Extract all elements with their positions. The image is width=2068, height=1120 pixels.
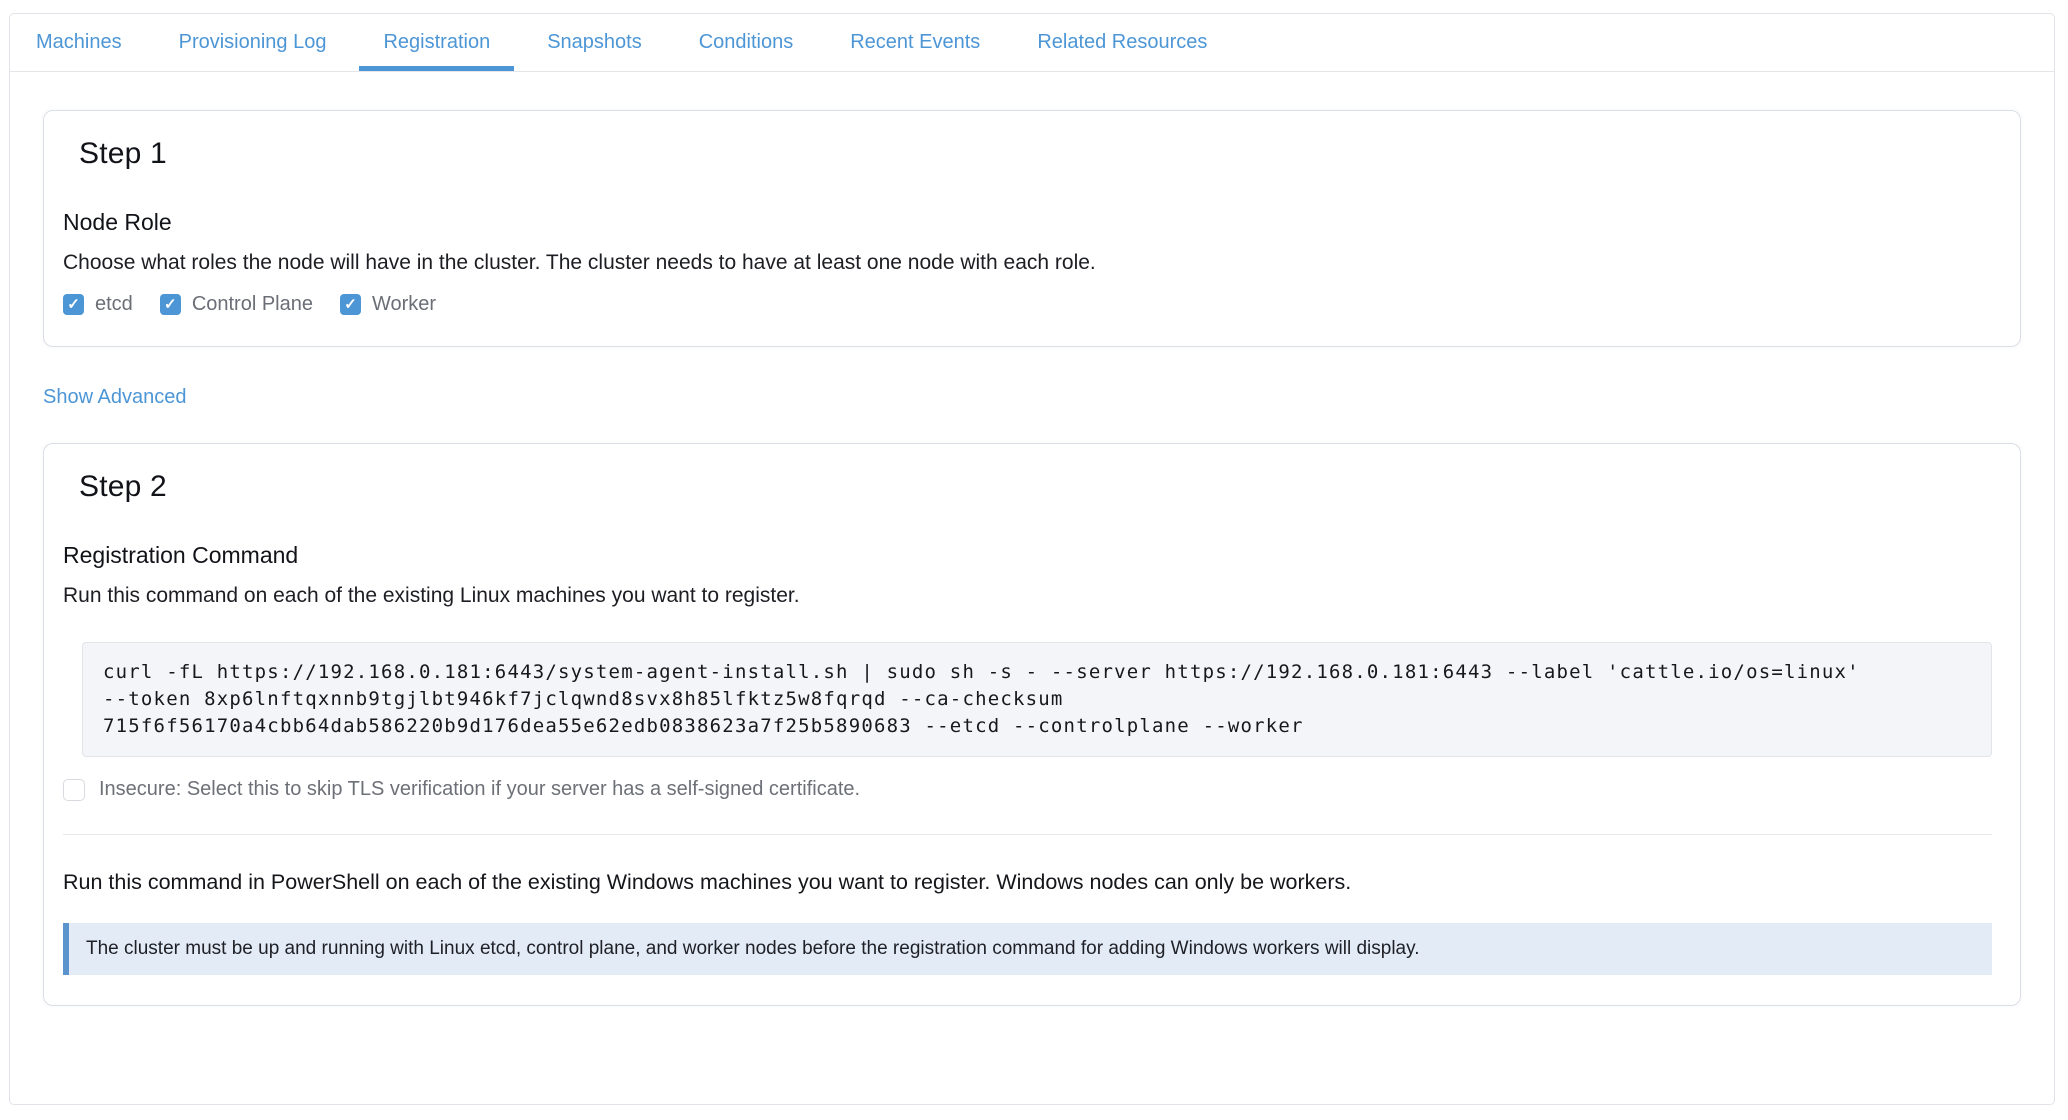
tab-provisioning-log[interactable]: Provisioning Log <box>155 14 351 71</box>
windows-instruction-text: Run this command in PowerShell on each o… <box>63 870 1352 894</box>
node-role-checkboxes: ✓ etcd ✓ Control Plane ✓ Worker <box>63 293 1992 316</box>
checkbox-icon[interactable]: ✓ <box>63 294 84 315</box>
tab-conditions[interactable]: Conditions <box>675 14 818 71</box>
show-advanced-link[interactable]: Show Advanced <box>43 386 186 409</box>
tab-bar: Machines Provisioning Log Registration Snap… <box>10 14 2054 72</box>
checkbox-icon[interactable]: ✓ <box>159 294 181 315</box>
registration-command-heading: Registration Command <box>63 542 299 568</box>
step1-title: Step 1 <box>79 137 167 170</box>
registration-tab-content: Step 1 Node Role Choose what roles the n… <box>10 72 2054 1006</box>
step2-title: Step 2 <box>79 470 167 503</box>
role-option-control-plane[interactable]: ✓ Control Plane <box>159 293 313 316</box>
checkbox-icon[interactable]: ✓ <box>340 294 361 315</box>
section-divider <box>63 834 1992 835</box>
tab-related-resources[interactable]: Related Resources <box>1013 14 1231 71</box>
tab-registration[interactable]: Registration <box>359 14 515 71</box>
role-label: etcd <box>95 293 133 315</box>
command-line: --token 8xp6lnftqxnnb9tgjlbt946kf7jclqwn… <box>103 688 1064 710</box>
node-role-heading: Node Role <box>63 209 172 235</box>
cluster-detail-panel: Machines Provisioning Log Registration Snap… <box>9 13 2055 1105</box>
command-line: curl -fL https://192.168.0.181:6443/syst… <box>103 661 1860 683</box>
role-label: Control Plane <box>191 293 313 315</box>
role-option-worker[interactable]: ✓ Worker <box>340 293 436 316</box>
step1-card: Step 1 Node Role Choose what roles the n… <box>43 110 2021 347</box>
registration-command-code: curl -fL https://192.168.0.181:6443/syst… <box>82 642 1992 757</box>
insecure-label: Insecure: Select this to skip TLS verifi… <box>99 778 861 800</box>
insecure-checkbox[interactable] <box>63 778 85 801</box>
command-line: 715f6f56170a4cbb64dab586220b9d176dea55e6… <box>103 715 1304 737</box>
tab-snapshots[interactable]: Snapshots <box>523 14 666 71</box>
role-option-etcd[interactable]: ✓ etcd <box>63 293 133 316</box>
linux-instruction-text: Run this command on each of the existing… <box>63 584 800 607</box>
node-role-description: Choose what roles the node will have in … <box>63 251 1096 274</box>
tab-recent-events[interactable]: Recent Events <box>826 14 1004 71</box>
windows-banner-text: The cluster must be up and running with … <box>86 938 1420 959</box>
role-label: Worker <box>372 293 437 315</box>
tab-machines[interactable]: Machines <box>12 14 146 71</box>
insecure-option[interactable]: Insecure: Select this to skip TLS verifi… <box>63 778 1992 801</box>
windows-info-banner: The cluster must be up and running with … <box>63 923 1992 975</box>
step2-card: Step 2 Registration Command Run this com… <box>43 443 2021 1006</box>
